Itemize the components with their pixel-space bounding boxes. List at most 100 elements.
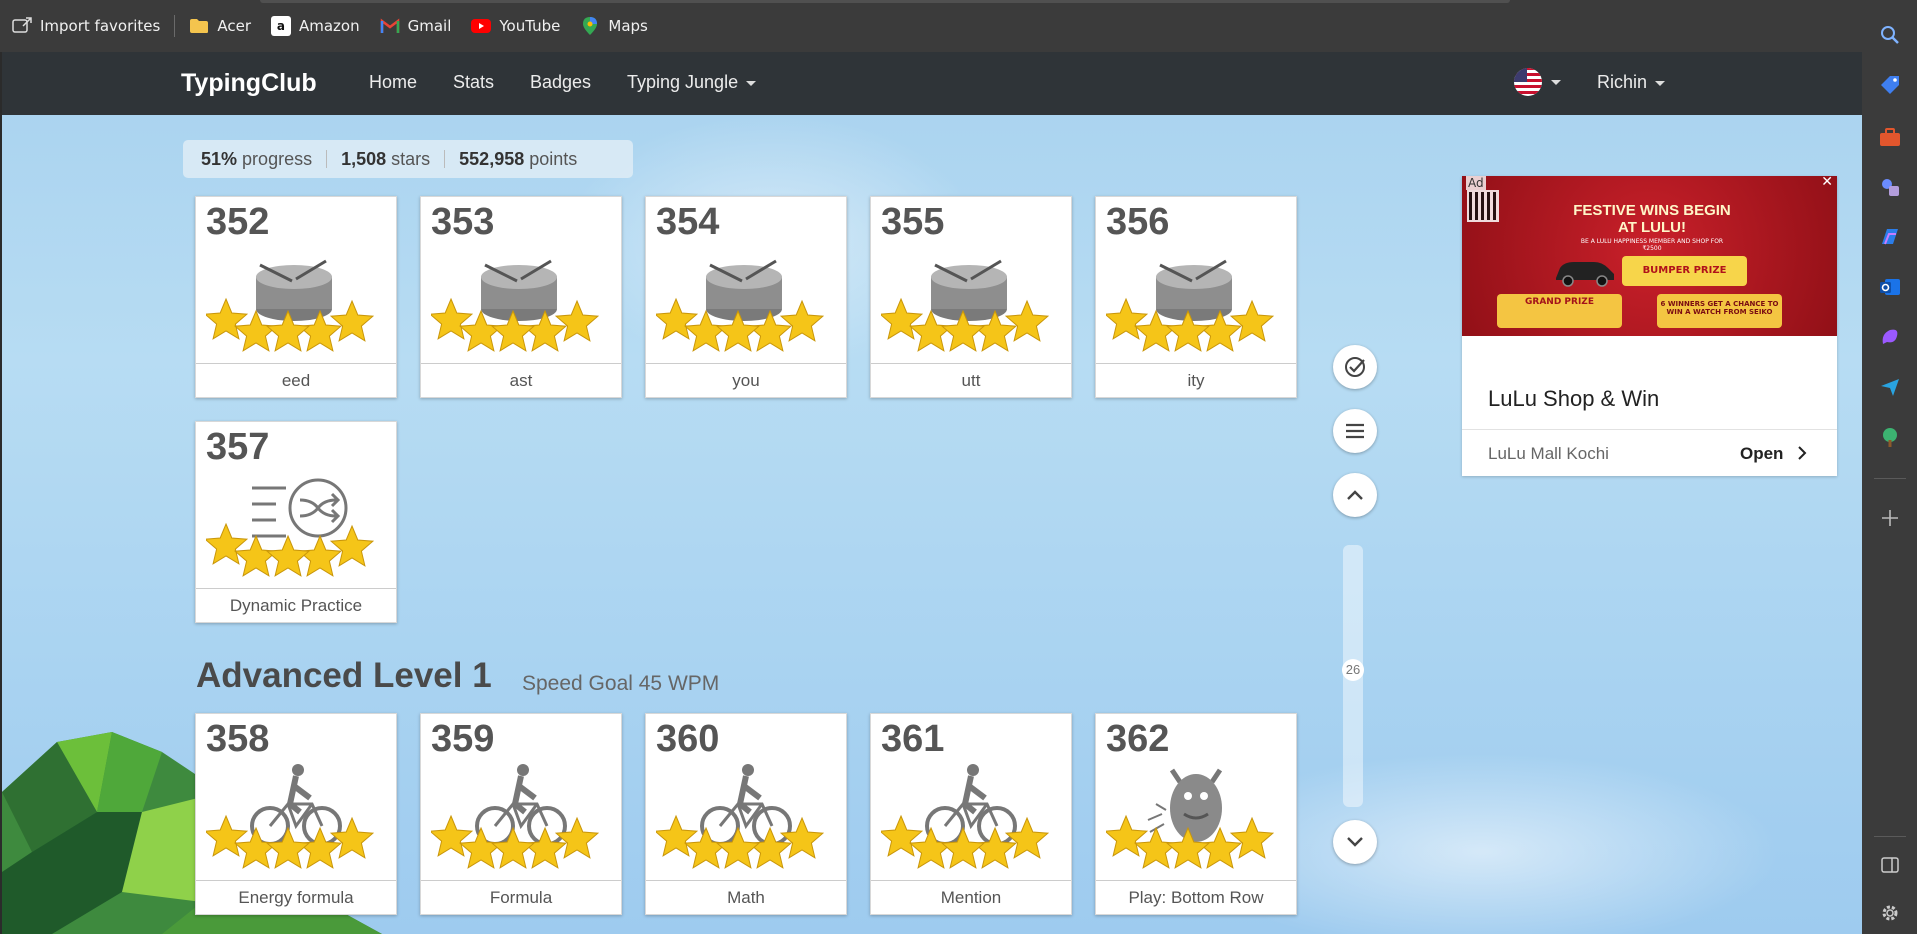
tools-icon[interactable]: [1877, 124, 1903, 150]
points-label: points: [529, 148, 578, 169]
nav-home[interactable]: Home: [369, 72, 417, 93]
separator: [444, 150, 446, 168]
star-icon: [1165, 826, 1211, 869]
lesson-card[interactable]: 359 Formula: [420, 713, 622, 915]
lesson-label: Play: Bottom Row: [1096, 880, 1296, 914]
nav-badges[interactable]: Badges: [530, 72, 591, 93]
shopping-tag-icon[interactable]: [1877, 72, 1903, 98]
checkmark-button[interactable]: [1333, 345, 1377, 389]
search-icon[interactable]: [1877, 22, 1903, 48]
lesson-card[interactable]: 361 Mention: [870, 713, 1072, 915]
star-icon: [329, 816, 375, 859]
stars-count: 1,508: [341, 148, 387, 169]
five-stars-icon: [431, 297, 600, 352]
star-icon: [329, 524, 375, 567]
tree-icon[interactable]: [1877, 424, 1903, 450]
star-icon: [265, 534, 311, 577]
chevron-down-icon: [1655, 80, 1666, 86]
advertisement[interactable]: Ad ✕ FESTIVE WINS BEGIN AT LULU! BE A LU…: [1462, 176, 1837, 476]
lesson-card[interactable]: 354 you: [645, 196, 847, 398]
fav-youtube[interactable]: YouTube: [471, 16, 560, 36]
star-icon: [1106, 297, 1149, 340]
add-icon[interactable]: [1877, 505, 1903, 531]
progress-label: progress: [242, 148, 313, 169]
fav-label: Import favorites: [40, 17, 161, 35]
chevron-right-icon: [1798, 446, 1807, 460]
five-stars-icon: [656, 814, 825, 869]
nav-typing-jungle[interactable]: Typing Jungle: [627, 72, 757, 93]
outlook-icon[interactable]: [1877, 274, 1903, 300]
user-menu[interactable]: Richin: [1597, 72, 1666, 93]
five-stars-icon: [881, 297, 1050, 352]
fav-gmail[interactable]: Gmail: [380, 16, 451, 36]
star-icon: [431, 297, 474, 340]
lesson-card[interactable]: 358 Energy formula: [195, 713, 397, 915]
games-icon[interactable]: [1877, 174, 1903, 200]
star-icon: [206, 522, 249, 565]
lesson-card[interactable]: 353 ast: [420, 196, 622, 398]
gmail-icon: [380, 16, 400, 36]
ad-open-button[interactable]: Open: [1740, 444, 1808, 464]
star-icon: [265, 826, 311, 869]
fav-label: Amazon: [298, 17, 360, 35]
lesson-card[interactable]: 362 Play: Bottom Row: [1095, 713, 1297, 915]
ad-banner-image[interactable]: Ad ✕ FESTIVE WINS BEGIN AT LULU! BE A LU…: [1462, 176, 1837, 361]
browser-sidebar: [1862, 0, 1917, 934]
send-icon[interactable]: [1877, 374, 1903, 400]
fav-import-favorites[interactable]: Import favorites: [12, 16, 160, 36]
progress-summary: 51% progress 1,508 stars 552,958 points: [183, 140, 633, 178]
maps-icon: [580, 16, 600, 36]
ad-headline: FESTIVE WINS BEGIN AT LULU!: [1573, 202, 1731, 236]
ad-divider: [1462, 429, 1837, 430]
lesson-label: ity: [1096, 363, 1296, 397]
copilot-icon[interactable]: [1877, 224, 1903, 250]
lesson-card[interactable]: 357 Dynamic Practice: [195, 421, 397, 623]
ad-watch-prize: 6 WINNERS GET A CHANCE TO WIN A WATCH FR…: [1657, 294, 1782, 328]
lesson-number: 358: [206, 718, 270, 760]
scroll-down-button[interactable]: [1333, 820, 1377, 864]
settings-icon[interactable]: [1877, 900, 1903, 926]
star-icon: [1229, 299, 1275, 342]
fav-amazon[interactable]: a Amazon: [270, 16, 360, 36]
fav-label: Acer: [217, 17, 251, 35]
ad-title[interactable]: LuLu Shop & Win: [1488, 386, 1659, 412]
star-icon: [881, 297, 924, 340]
lesson-card[interactable]: 356 ity: [1095, 196, 1297, 398]
fav-acer[interactable]: Acer: [189, 16, 251, 36]
import-icon: [12, 16, 32, 36]
fav-maps[interactable]: Maps: [580, 16, 648, 36]
fav-label: YouTube: [499, 17, 561, 35]
brand-logo[interactable]: TypingClub: [181, 69, 317, 98]
ad-badge: Ad: [1466, 176, 1486, 190]
star-icon: [1004, 299, 1050, 342]
lesson-number: 353: [431, 201, 495, 243]
scroll-position-indicator[interactable]: 26: [1342, 659, 1364, 681]
designer-icon[interactable]: [1877, 324, 1903, 350]
five-stars-icon: [206, 522, 375, 577]
lesson-card[interactable]: 355 utt: [870, 196, 1072, 398]
star-icon: [1165, 309, 1211, 352]
star-icon: [1106, 814, 1149, 857]
section-title: Advanced Level 1: [196, 656, 492, 695]
lesson-number: 362: [1106, 718, 1170, 760]
close-icon[interactable]: ✕: [1821, 176, 1833, 190]
menu-button[interactable]: [1333, 409, 1377, 453]
lesson-number: 356: [1106, 201, 1170, 243]
star-icon: [206, 297, 249, 340]
star-icon: [265, 309, 311, 352]
five-stars-icon: [881, 814, 1050, 869]
lesson-card[interactable]: 360 Math: [645, 713, 847, 915]
youtube-icon: [471, 16, 492, 36]
lesson-number: 360: [656, 718, 720, 760]
stars-label: stars: [391, 148, 431, 169]
lesson-number: 359: [431, 718, 495, 760]
sidebar-panel-icon[interactable]: [1877, 852, 1903, 878]
lesson-label: utt: [871, 363, 1071, 397]
lesson-number: 352: [206, 201, 270, 243]
nav-stats[interactable]: Stats: [453, 72, 494, 93]
lesson-card[interactable]: 352 eed: [195, 196, 397, 398]
scroll-up-button[interactable]: [1333, 473, 1377, 517]
star-icon: [656, 297, 699, 340]
language-selector[interactable]: [1513, 67, 1561, 97]
ad-grand-prize: GRAND PRIZE: [1497, 294, 1622, 328]
